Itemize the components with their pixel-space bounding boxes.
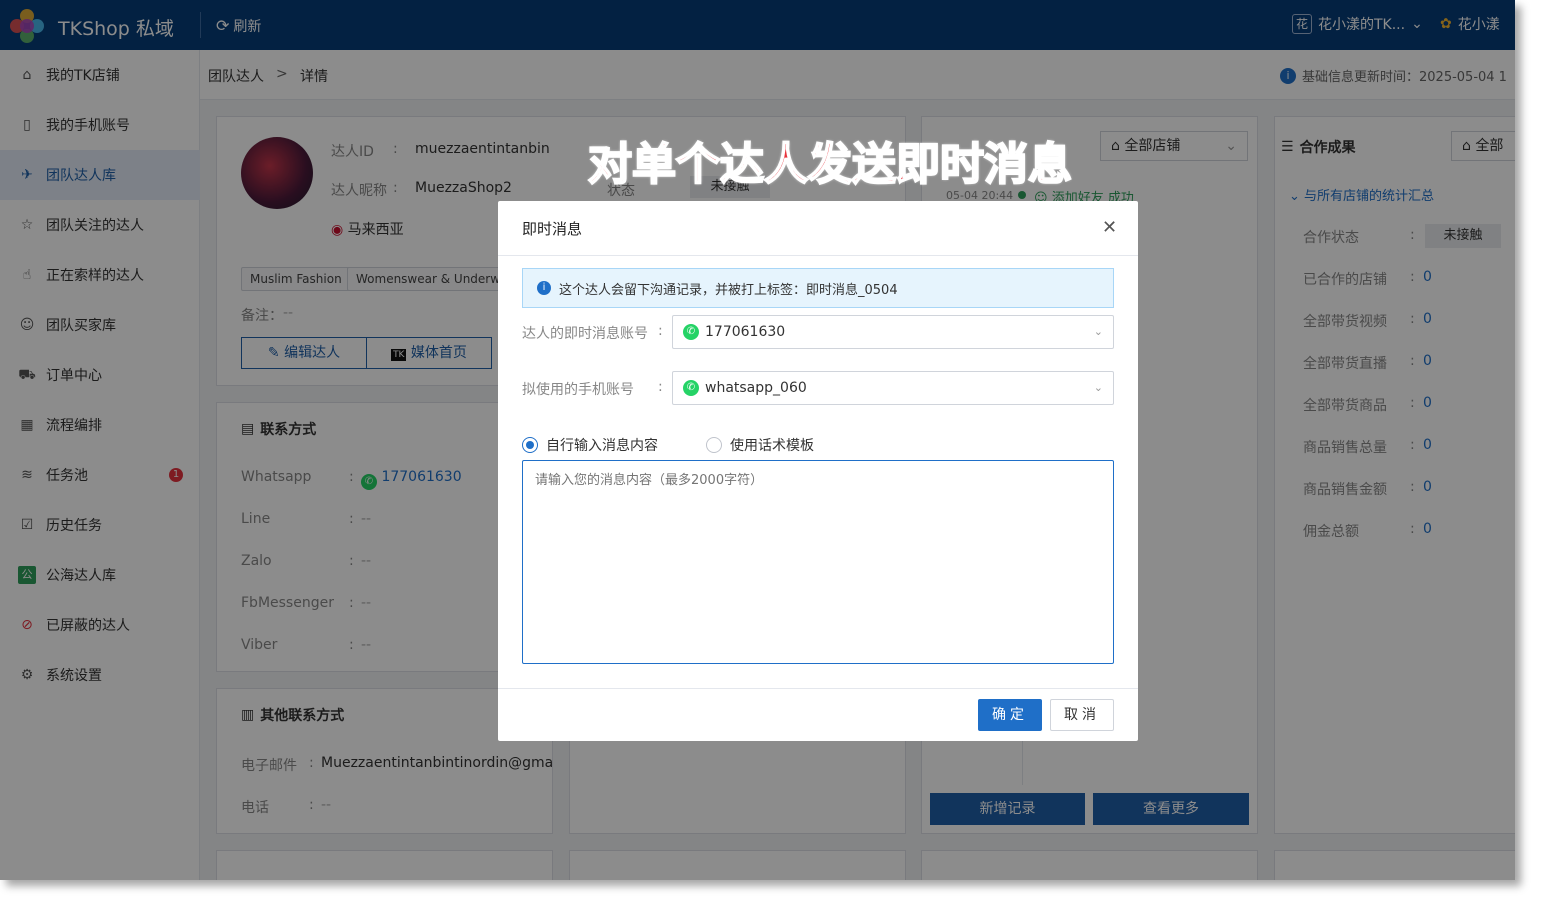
dialog-header-divider: [498, 255, 1138, 256]
radio-template-message[interactable]: 使用话术模板: [706, 435, 814, 455]
phone-account-value: whatsapp_060: [705, 380, 807, 396]
whatsapp-icon: ✆: [683, 324, 699, 340]
chevron-down-icon: ⌄: [1093, 325, 1103, 338]
chevron-down-icon: ⌄: [1093, 381, 1103, 394]
radio-custom-message[interactable]: 自行输入消息内容: [522, 435, 658, 455]
phone-account-colon: :: [658, 379, 663, 395]
phone-account-select[interactable]: ✆ whatsapp_060 ⌄: [672, 371, 1114, 405]
close-icon[interactable]: ✕: [1102, 217, 1117, 238]
creator-account-value: 177061630: [705, 324, 786, 340]
phone-account-label: 拟使用的手机账号: [522, 382, 634, 398]
cancel-button[interactable]: 取消: [1050, 699, 1114, 731]
annotation-headline: 对单个达人发送即时消息: [587, 138, 1073, 191]
radio-template-dot[interactable]: [706, 437, 722, 453]
radio-custom-label: 自行输入消息内容: [546, 438, 658, 454]
dialog-notice: i 这个达人会留下沟通记录，并被打上标签：即时消息_0504: [522, 268, 1114, 308]
creator-account-select[interactable]: ✆ 177061630 ⌄: [672, 315, 1114, 349]
radio-template-label: 使用话术模板: [730, 438, 814, 454]
whatsapp-icon: ✆: [683, 380, 699, 396]
notice-text: 这个达人会留下沟通记录，并被打上标签：即时消息_0504: [559, 282, 898, 298]
message-textarea[interactable]: [522, 460, 1114, 664]
creator-account-colon: :: [658, 323, 663, 339]
dialog-footer-divider: [498, 688, 1138, 689]
confirm-button[interactable]: 确定: [978, 699, 1042, 731]
app-window: TKShop 私域 ⟳ 刷新 花 花小漾的TK... ⌄ ✿ 花小漾 ⌂ 我的TK店…: [0, 0, 1515, 880]
creator-account-label: 达人的即时消息账号: [522, 326, 648, 342]
instant-message-dialog: 即时消息 ✕ i 这个达人会留下沟通记录，并被打上标签：即时消息_0504 达人…: [498, 201, 1138, 741]
dialog-title: 即时消息: [522, 220, 583, 238]
info-icon: i: [537, 281, 551, 295]
radio-custom-dot[interactable]: [522, 437, 538, 453]
